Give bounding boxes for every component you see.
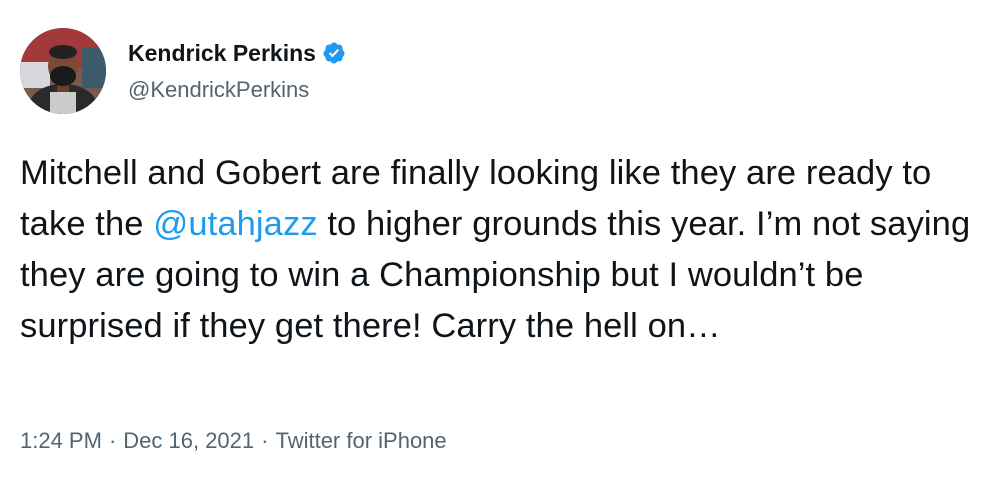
verified-badge-icon [322, 41, 346, 65]
tweet-date[interactable]: Dec 16, 2021 [123, 428, 254, 453]
tweet-card: Kendrick Perkins @KendrickPerkins Mitche… [0, 0, 1000, 486]
meta-separator: · [261, 428, 269, 453]
tweet-header: Kendrick Perkins @KendrickPerkins [20, 28, 346, 114]
meta-separator: · [108, 428, 117, 453]
tweet-time[interactable]: 1:24 PM [20, 428, 102, 453]
tweet-source[interactable]: Twitter for iPhone [275, 428, 446, 453]
author-names: Kendrick Perkins @KendrickPerkins [128, 38, 346, 104]
author-handle[interactable]: @KendrickPerkins [128, 76, 346, 104]
avatar[interactable] [20, 28, 106, 114]
display-name-row: Kendrick Perkins [128, 38, 346, 68]
display-name[interactable]: Kendrick Perkins [128, 38, 316, 68]
avatar-image [20, 28, 106, 114]
mention-link[interactable]: @utahjazz [153, 205, 317, 243]
tweet-text: Mitchell and Gobert are finally looking … [20, 148, 980, 352]
tweet-meta: 1:24 PM · Dec 16, 2021 · Twitter for iPhone [20, 426, 447, 456]
